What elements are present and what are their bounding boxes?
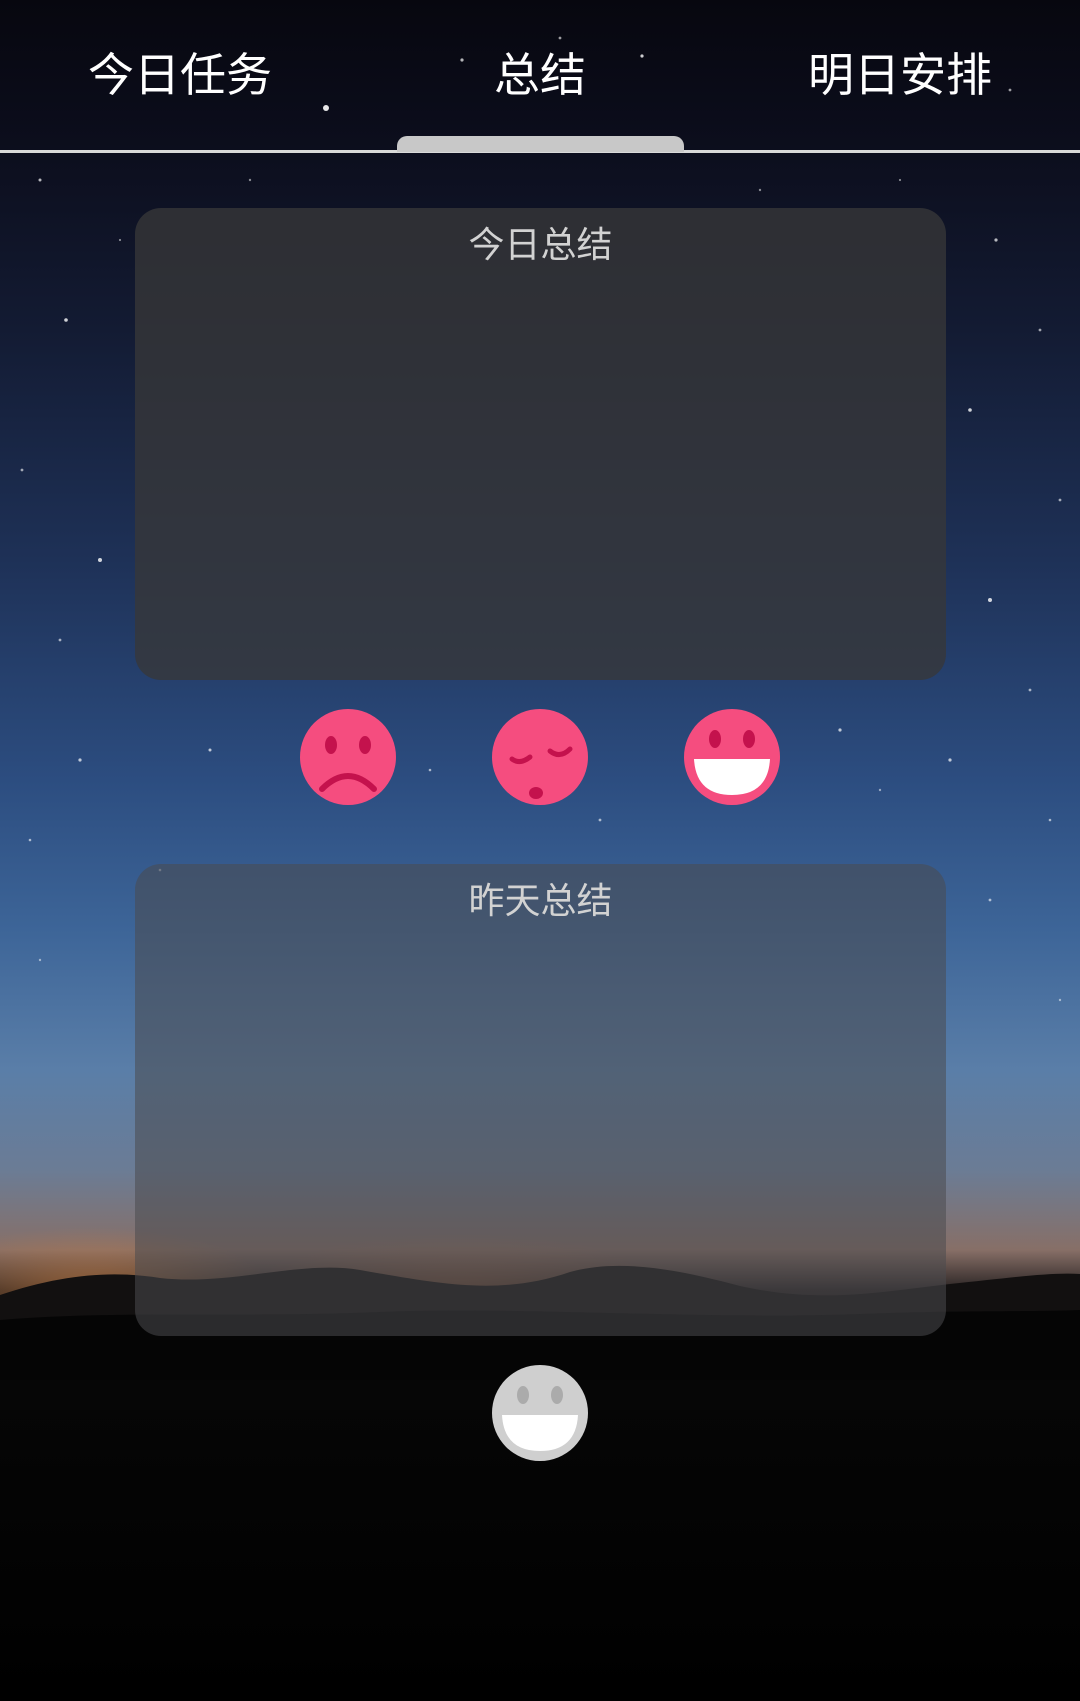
- today-summary-title: 今日总结: [468, 225, 613, 266]
- top-tab-bar: 今日任务 总结 明日安排: [0, 0, 1080, 153]
- active-tab-indicator: [397, 136, 684, 152]
- tab-today-tasks[interactable]: 今日任务: [60, 40, 300, 110]
- yesterday-summary-text: [159, 938, 922, 1316]
- happy-face-icon: [492, 1365, 588, 1461]
- yesterday-summary-card: 昨天总结: [135, 864, 946, 1336]
- mood-tired-button[interactable]: [490, 707, 590, 807]
- tab-summary[interactable]: 总结: [420, 40, 660, 110]
- happy-face-icon: [684, 709, 780, 805]
- sleepy-face-icon: [492, 709, 588, 805]
- tab-tomorrow-plan[interactable]: 明日安排: [780, 40, 1020, 110]
- sad-face-icon: [300, 709, 396, 805]
- yesterday-mood-indicator: [490, 1363, 590, 1463]
- mood-happy-button[interactable]: [682, 707, 782, 807]
- mood-sad-button[interactable]: [298, 707, 398, 807]
- summary-screen: 今日任务 总结 明日安排 今日总结 昨天总结: [0, 0, 1080, 1701]
- today-summary-card: 今日总结: [135, 208, 946, 680]
- today-summary-input[interactable]: [159, 282, 922, 660]
- yesterday-summary-title: 昨天总结: [468, 881, 613, 922]
